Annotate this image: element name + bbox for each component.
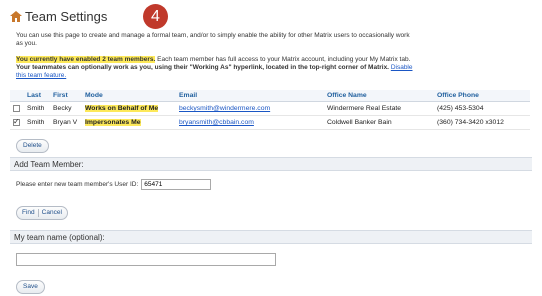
add-team-member-heading: Add Team Member: bbox=[10, 157, 532, 171]
notice-body: Each team member has full access to your… bbox=[155, 56, 411, 63]
row-select-checkbox[interactable] bbox=[13, 104, 20, 112]
column-header-mode[interactable]: Mode bbox=[82, 90, 176, 102]
cell-email-link[interactable]: bryansmith@cbbain.com bbox=[179, 119, 254, 126]
cell-office-phone: (425) 453-5304 bbox=[434, 101, 530, 116]
user-id-input[interactable] bbox=[141, 179, 212, 190]
cell-first: Bryan V bbox=[50, 115, 82, 130]
cell-first: Becky bbox=[50, 101, 82, 116]
column-header-office-name[interactable]: Office Name bbox=[324, 90, 434, 102]
column-header-email[interactable]: Email bbox=[176, 90, 324, 102]
intro-text: You can use this page to create and mana… bbox=[16, 32, 410, 47]
save-button[interactable]: Save bbox=[16, 280, 45, 294]
user-id-label: Please enter new team member's User ID: bbox=[16, 181, 139, 188]
find-button[interactable]: Find bbox=[22, 209, 35, 217]
table-row: Smith Becky Works on Behalf of Me beckys… bbox=[10, 101, 530, 116]
step-number-badge: 4 bbox=[143, 4, 168, 29]
page-title: Team Settings bbox=[25, 8, 108, 24]
column-header-office-phone[interactable]: Office Phone bbox=[434, 90, 530, 102]
table-row: Smith Bryan V Impersonates Me bryansmith… bbox=[10, 115, 530, 130]
table-header-row: Last First Mode Email Office Name Office… bbox=[10, 90, 530, 102]
row-select-checkbox[interactable] bbox=[13, 117, 20, 126]
user-id-row: Please enter new team member's User ID: bbox=[16, 179, 212, 190]
cell-office-name: Coldwell Banker Bain bbox=[324, 115, 434, 130]
find-cancel-button-group: Find Cancel bbox=[16, 206, 68, 220]
cell-last: Smith bbox=[24, 101, 50, 116]
cell-office-name: Windermere Real Estate bbox=[324, 101, 434, 116]
column-header-first[interactable]: First bbox=[50, 90, 82, 102]
select-column-header bbox=[10, 90, 24, 102]
cell-office-phone: (360) 734-3420 x3012 bbox=[434, 115, 530, 130]
team-name-heading: My team name (optional): bbox=[10, 230, 532, 244]
team-count-highlight: You currently have enabled 2 team member… bbox=[16, 56, 156, 63]
cell-mode: Works on Behalf of Me bbox=[85, 105, 159, 112]
team-notice: You currently have enabled 2 team member… bbox=[16, 56, 416, 80]
cancel-button[interactable]: Cancel bbox=[42, 209, 62, 217]
column-header-last[interactable]: Last bbox=[24, 90, 50, 102]
button-divider bbox=[37, 209, 39, 217]
delete-button[interactable]: Delete bbox=[16, 139, 49, 153]
cell-mode: Impersonates Me bbox=[85, 119, 141, 126]
team-house-icon bbox=[10, 10, 22, 22]
notice-working-as: Your teammates can optionally work as yo… bbox=[16, 64, 389, 71]
team-members-table: Last First Mode Email Office Name Office… bbox=[10, 90, 530, 130]
cell-email-link[interactable]: beckysmith@windermere.com bbox=[179, 105, 270, 112]
page-header: Team Settings bbox=[10, 6, 107, 26]
cell-last: Smith bbox=[24, 115, 50, 130]
team-name-input[interactable] bbox=[16, 253, 276, 266]
